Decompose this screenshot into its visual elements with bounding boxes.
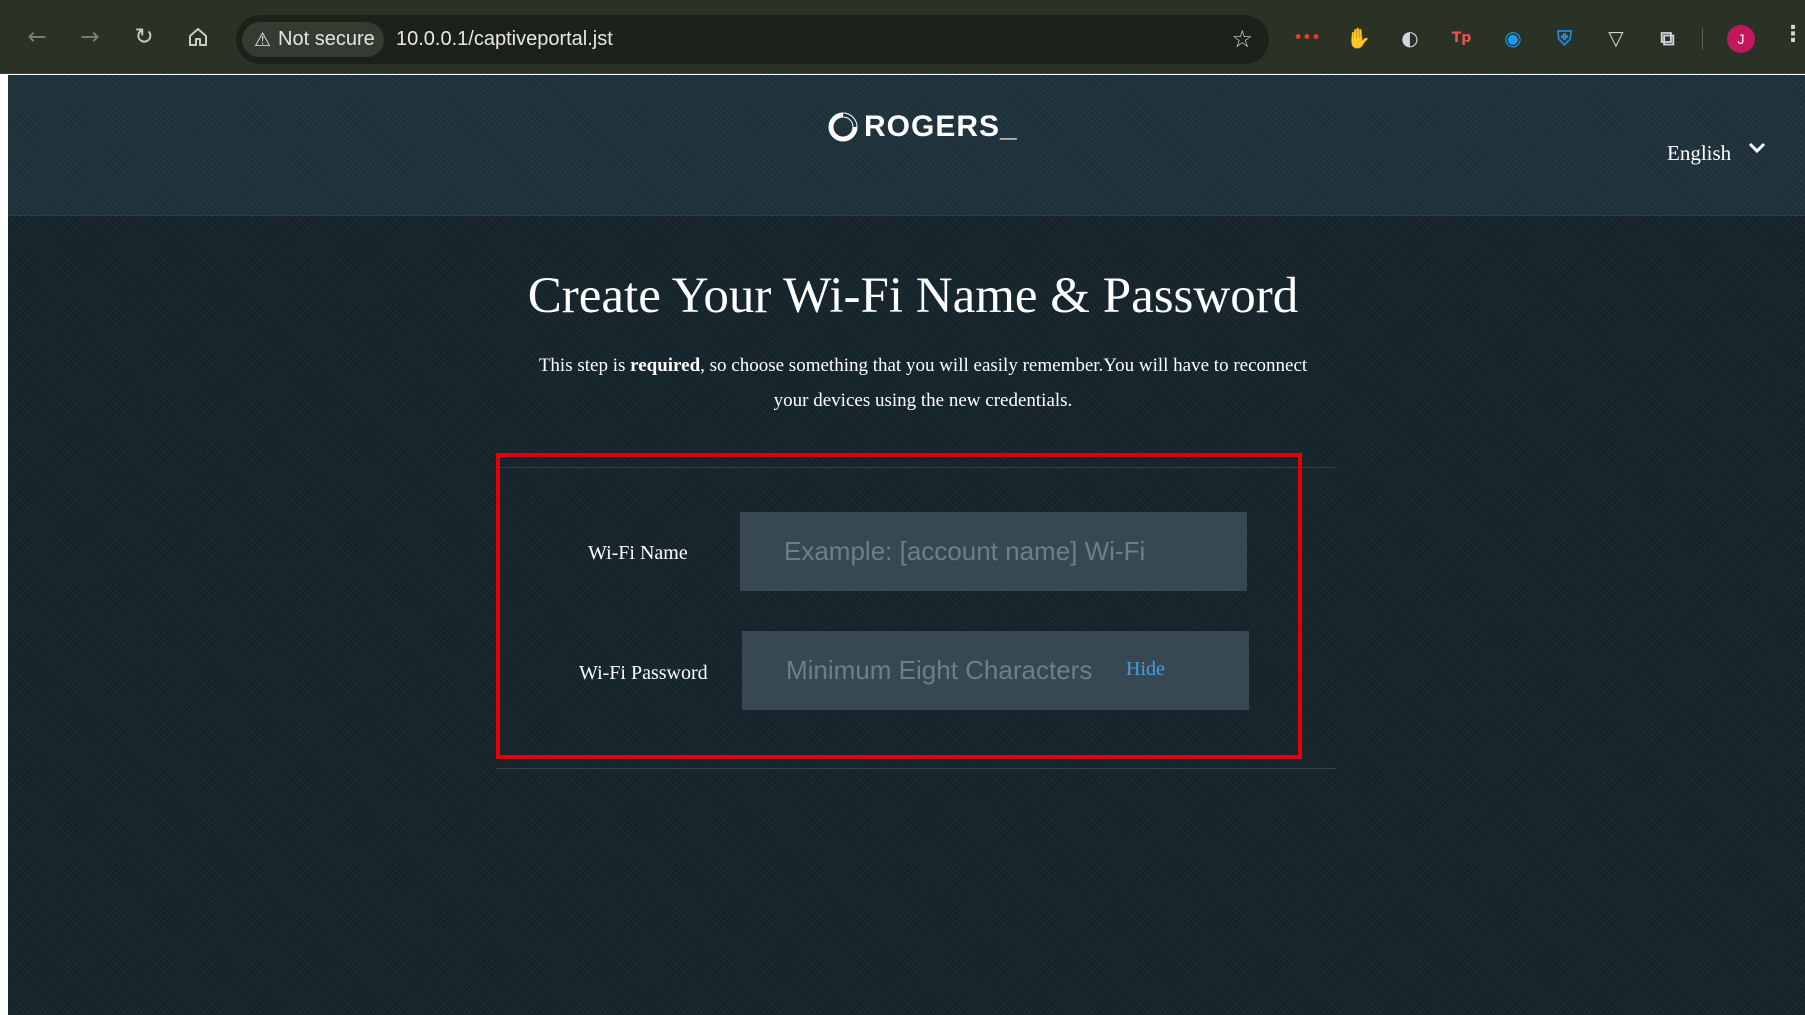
chevron-down-icon [1749,142,1766,153]
wifi-name-input[interactable] [740,512,1247,591]
language-label: English [1667,141,1732,165]
page-title: Create Your Wi-Fi Name & Password [527,268,1299,324]
wifi-password-input[interactable] [742,631,1249,710]
back-arrow-icon[interactable]: ← [20,20,54,54]
browser-menu-icon[interactable]: ⋮ [1782,22,1804,47]
address-bar[interactable]: ⚠ Not secure 10.0.0.1/captiveportal.jst … [236,15,1269,64]
url-text[interactable]: 10.0.0.1/captiveportal.jst [396,28,613,51]
wifi-name-label: Wi-Fi Name [588,542,688,564]
toolbar-divider [1702,28,1703,50]
security-chip[interactable]: ⚠ Not secure [242,22,384,57]
intro-bold: required [630,355,701,376]
rogers-swirl-icon [828,112,858,142]
logo-text: ROGERS [864,110,1001,143]
language-selector[interactable]: English [1667,141,1767,166]
ext-triangle-icon[interactable]: ▽ [1604,26,1628,50]
bookmark-star-icon[interactable]: ☆ [1231,25,1253,53]
intro-suffix: , so choose something that you will easi… [700,355,1308,411]
ext-hand-stop-icon[interactable]: ✋ [1346,26,1371,50]
wifi-password-field[interactable]: Hide [742,631,1249,710]
wifi-password-label: Wi-Fi Password [579,662,708,684]
wifi-form-highlight: Wi-Fi Name Wi-Fi Password Hide [496,453,1302,759]
ext-tp-icon[interactable]: Tp [1450,26,1474,50]
home-icon[interactable] [181,20,215,54]
rogers-logo[interactable]: ROGERS _ [828,110,1017,144]
intro-text: This step is required, so choose somethi… [528,348,1318,418]
logo-underscore: _ [1000,110,1017,143]
ext-red-dots-icon[interactable]: ••• [1294,26,1321,50]
ext-globe-user-icon[interactable]: ◐ [1398,26,1422,50]
forward-arrow-icon[interactable]: → [73,20,107,54]
ext-swirl-icon[interactable]: ◉ [1501,26,1525,50]
site-header: ROGERS _ English [8,75,1805,216]
ext-puzzle-icon[interactable]: ⧉ [1656,26,1680,50]
page-content: ROGERS _ English Create Your Wi-Fi Name &… [8,75,1805,1015]
ext-shield-icon[interactable]: ⛨ [1553,26,1577,50]
browser-toolbar: ← → ↻ ⚠ Not secure 10.0.0.1/captiveporta… [0,0,1805,74]
reload-icon[interactable]: ↻ [127,20,161,54]
avatar[interactable]: J [1727,25,1755,53]
form-bottom-divider [496,768,1336,769]
intro-prefix: This step is [538,355,631,376]
security-label: Not secure [278,28,375,50]
warning-icon: ⚠ [254,28,272,51]
wifi-name-field[interactable] [740,512,1247,591]
hide-password-link[interactable]: Hide [1126,658,1165,681]
